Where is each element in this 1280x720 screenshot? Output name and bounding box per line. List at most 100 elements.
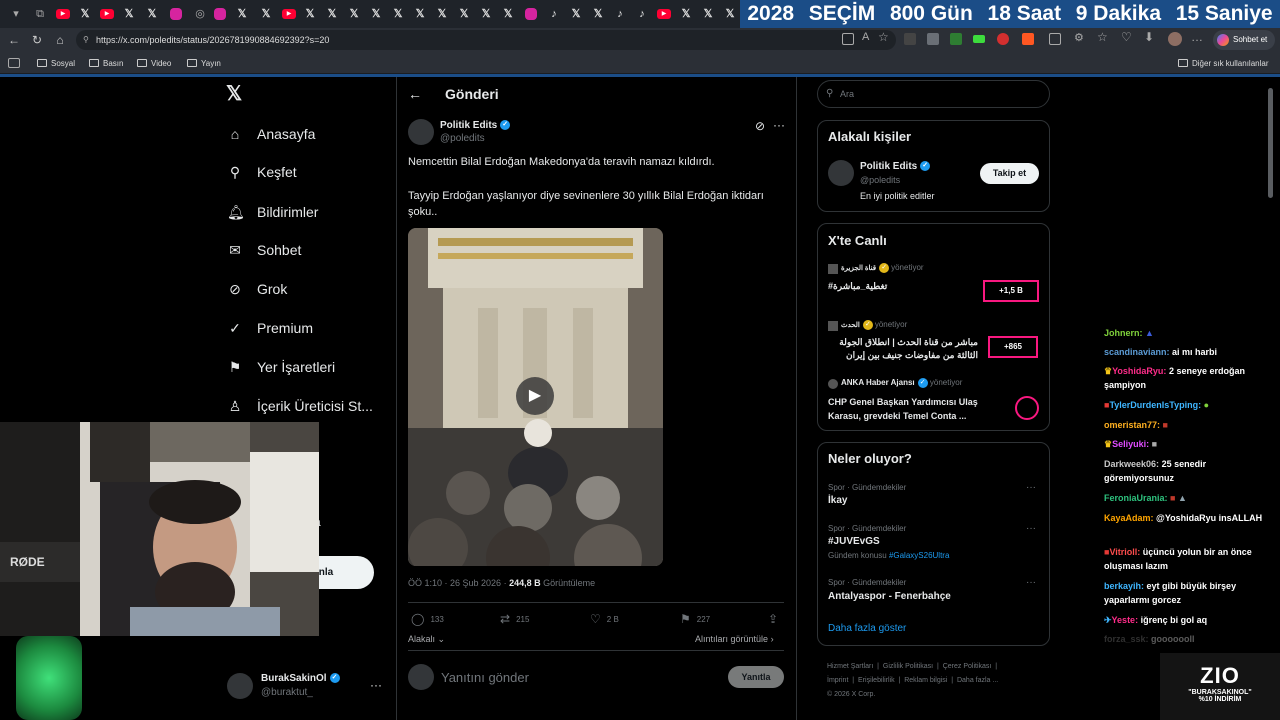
live-listener-count[interactable]: +865 [988,336,1038,358]
post-time[interactable]: ÖÖ 1:10 · 26 Şub 2026 · [408,578,507,588]
x-tab-icon[interactable]: 𝕏 [478,6,494,22]
bookmark-folder[interactable]: Basın [89,58,123,70]
bookmark-folder[interactable]: Sosyal [37,58,75,70]
trend-name[interactable]: #JUVEvGS [828,536,880,547]
back-arrow-icon[interactable]: ← [408,86,422,102]
footer-link[interactable]: Daha fazla ... [957,677,998,684]
reload-icon[interactable]: ↻ [29,31,45,49]
trend-more-icon[interactable]: ··· [1026,577,1036,588]
trend-more-icon[interactable]: ··· [1026,482,1036,493]
site-info-icon[interactable]: ⚲ [83,30,89,50]
back-icon[interactable]: ← [6,31,22,49]
profile-avatar[interactable] [1168,32,1182,46]
share-action[interactable]: ⇪ [768,612,784,626]
x-tab-icon[interactable]: 𝕏 [258,6,274,22]
live-host[interactable]: الحدث ✓ yönetiyor [841,320,907,331]
bookmark-folder[interactable]: Video [137,58,171,70]
reply-button[interactable]: Yanıtla [728,666,784,688]
reply-action[interactable]: ◯ 133 [411,612,444,626]
x-tab-icon[interactable]: 𝕏 [678,6,694,22]
tiktok-tab-icon[interactable]: ♪ [634,6,650,22]
account-more-icon[interactable]: ··· [370,678,382,692]
x-tab-icon[interactable]: 𝕏 [700,6,716,22]
x-tab-icon[interactable]: 𝕏 [368,6,384,22]
other-bookmarks[interactable]: Diğer sık kullanılanlar [1178,58,1268,70]
split-screen-icon[interactable] [1049,33,1061,45]
x-logo-icon[interactable]: 𝕏 [226,84,246,104]
instagram-tab-icon[interactable] [525,8,537,20]
favorites-icon[interactable]: ☆ [1097,30,1108,44]
author-name[interactable]: Politik Edits ✓ [440,120,511,131]
youtube-tab-icon[interactable]: ▶ [56,9,70,19]
x-tab-icon[interactable]: 𝕏 [234,6,250,22]
sort-relevant-dropdown[interactable]: Alakalı ⌄ [408,634,445,645]
collections-icon[interactable]: ♡ [1121,30,1132,44]
author-avatar[interactable] [408,119,434,145]
extensions-puzzle-icon[interactable]: ⚙ [1074,31,1084,44]
x-tab-icon[interactable]: 𝕏 [722,6,738,22]
extension-icon[interactable] [950,33,962,45]
footer-link[interactable]: Çerez Politikası [943,663,992,670]
footer-link[interactable]: Hizmet Şartları [827,663,873,670]
grok-explain-icon[interactable]: ⊘ [755,119,765,133]
nav-creator-studio[interactable]: ♙ İçerik Üreticisi St... [227,393,373,419]
favorite-star-icon[interactable]: ☆ [878,30,889,44]
extension-icon[interactable] [1022,33,1034,45]
footer-link[interactable]: Reklam bilgisi [904,677,947,684]
x-tab-icon[interactable]: 𝕏 [412,6,428,22]
live-host[interactable]: ANKA Haber Ajansı ✓ yönetiyor [841,378,962,388]
x-tab-icon[interactable]: 𝕏 [144,6,160,22]
show-more-link[interactable]: Daha fazla göster [828,623,906,634]
nav-grok[interactable]: ⊘ Grok [227,276,287,302]
x-tab-icon[interactable]: 𝕏 [434,6,450,22]
account-name[interactable]: BurakSakinOl ✓ [261,673,340,684]
footer-link[interactable]: Erişilebilirlik [858,677,895,684]
bookmark-action[interactable]: ⚑ 227 [680,612,710,626]
trend-name[interactable]: İkay [828,495,847,506]
more-menu-icon[interactable]: … [1191,30,1203,44]
read-aloud-icon[interactable]: A [862,31,869,43]
live-title[interactable]: #تغطية_مباشرة [828,281,887,292]
nav-notifications[interactable]: 🔔︎ Bildirimler [227,199,318,225]
x-tab-icon[interactable]: 𝕏 [302,6,318,22]
reply-input[interactable]: Yanıtını gönder [441,670,529,685]
trend-name[interactable]: Antalyaspor - Fenerbahçe [828,591,951,602]
youtube-tab-icon[interactable]: ▶ [100,9,114,19]
extension-icon[interactable] [927,33,939,45]
x-tab-icon[interactable]: 𝕏 [324,6,340,22]
related-name[interactable]: Politik Edits ✓ [860,161,931,172]
extension-icon[interactable] [904,33,916,45]
live-host[interactable]: قناة الجزيرة ✓ yönetiyor [841,263,924,274]
workspaces-icon[interactable]: ⧉ [32,6,48,22]
nav-premium[interactable]: ✓ Premium [227,315,313,341]
copilot-chat-button[interactable]: Sohbet et [1213,30,1275,50]
youtube-tab-icon[interactable]: ▶ [657,9,671,19]
related-avatar[interactable] [828,160,854,186]
translate-icon[interactable] [842,33,854,45]
live-listener-count[interactable]: +1,5 B [983,280,1039,302]
scrollbar[interactable] [1268,88,1273,198]
like-action[interactable]: ♡ 2 B [590,612,619,626]
x-tab-icon[interactable]: 𝕏 [121,6,137,22]
x-tab-icon[interactable]: 𝕏 [568,6,584,22]
trend-more-icon[interactable]: ··· [1026,523,1036,534]
extension-icon[interactable] [973,35,985,43]
sidebar-toggle-icon[interactable] [8,58,20,68]
extension-icon[interactable] [997,33,1009,45]
instagram-tab-icon[interactable] [170,8,182,20]
follow-button[interactable]: Takip et [980,163,1039,184]
tab-list-icon[interactable]: ▾ [8,6,24,22]
x-tab-icon[interactable]: 𝕏 [77,6,93,22]
live-avatar-ring[interactable] [1015,396,1039,420]
x-tab-icon[interactable]: 𝕏 [590,6,606,22]
instagram-tab-icon[interactable] [214,8,226,20]
nav-home[interactable]: ⌂ Anasayfa [227,121,316,147]
url-input[interactable]: ⚲ https://x.com/poledits/status/20267819… [76,30,896,50]
x-tab-icon[interactable]: 𝕏 [456,6,472,22]
bookmark-folder[interactable]: Yayın [187,58,221,70]
downloads-icon[interactable]: ⬇ [1144,30,1154,44]
tiktok-tab-icon[interactable]: ♪ [612,6,628,22]
account-avatar[interactable] [227,673,253,699]
nav-bookmarks[interactable]: ⚑ Yer İşaretleri [227,354,335,380]
x-tab-icon[interactable]: 𝕏 [390,6,406,22]
